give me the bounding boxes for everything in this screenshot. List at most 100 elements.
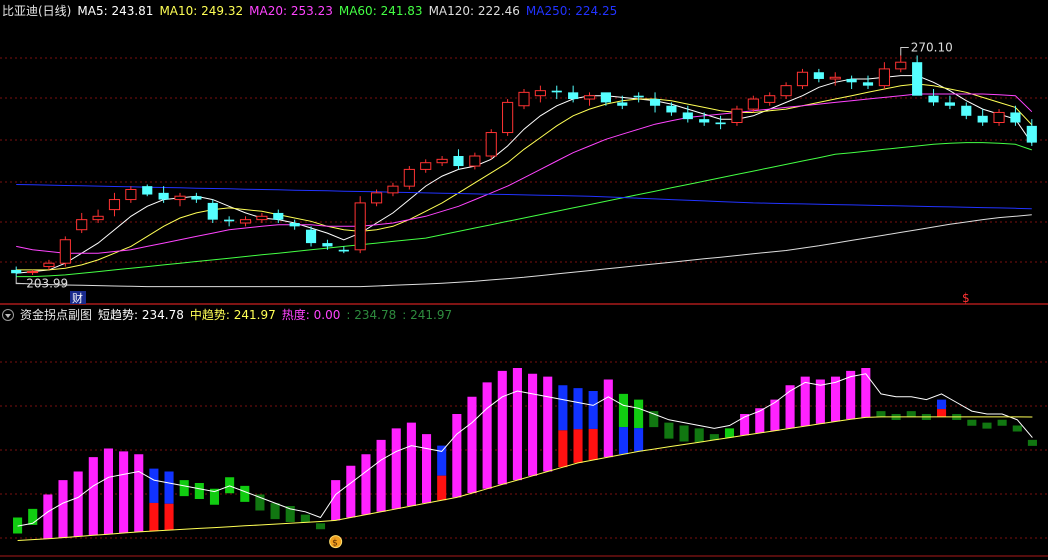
stock-chart: 270.10 203.99 财 $ $ xyxy=(0,41,1048,557)
bar-blue xyxy=(558,385,568,431)
ma10-value: 249.32 xyxy=(201,4,244,18)
bar-green xyxy=(300,514,310,523)
bar-magenta xyxy=(467,396,477,494)
bar-magenta xyxy=(88,457,98,536)
bar-magenta xyxy=(861,368,871,418)
candle-body-down xyxy=(568,92,579,100)
candle xyxy=(764,92,776,106)
bar-blue xyxy=(573,388,583,430)
candle-body-up xyxy=(747,98,759,110)
short-trend-legend: 短趋势: 234.78 xyxy=(98,308,184,322)
ma20-label: MA20: xyxy=(249,4,288,18)
extra-value-1: 234.78 xyxy=(354,308,397,322)
bar-blue xyxy=(634,428,644,452)
bar-green xyxy=(724,428,735,438)
bar-magenta xyxy=(361,454,371,515)
candle-body-up xyxy=(436,158,448,164)
bar-green xyxy=(982,422,992,429)
extra-label-1: : xyxy=(346,308,351,322)
bar-red xyxy=(149,502,159,532)
candle xyxy=(731,105,743,126)
dollar-marker: $ xyxy=(962,291,970,305)
candle xyxy=(174,192,186,207)
bar-magenta xyxy=(134,454,144,532)
candle xyxy=(485,129,497,160)
high-price-label: 270.10 xyxy=(911,41,953,55)
candle-body-up xyxy=(125,189,137,201)
sub-chart-title[interactable]: 资金拐点副图 xyxy=(20,308,92,322)
candle xyxy=(1026,119,1037,146)
bar-red xyxy=(937,409,947,417)
candle-body-up xyxy=(534,90,546,97)
heat-value: 0.00 xyxy=(313,308,341,322)
bar-green xyxy=(967,419,977,426)
bar-green xyxy=(634,399,644,429)
candle-body-down xyxy=(158,192,169,200)
candle-body-up xyxy=(26,271,39,274)
candle-body-up xyxy=(518,91,530,107)
extra-legend-1: : 234.78 xyxy=(346,308,396,322)
ma120-legend: MA120: 222.46 xyxy=(429,4,520,18)
candle-body-up xyxy=(485,132,497,157)
candle xyxy=(76,212,88,234)
main-chart-title: 比亚迪(日线) xyxy=(2,4,72,18)
bar-magenta xyxy=(528,373,538,476)
ma-line-ma20 xyxy=(16,93,1033,254)
candle xyxy=(436,156,448,167)
bar-blue xyxy=(437,445,447,476)
ma20-value: 253.23 xyxy=(290,4,333,18)
low-marker-line xyxy=(15,276,25,285)
candle xyxy=(191,192,202,203)
ma10-legend: MA10: 249.32 xyxy=(159,4,243,18)
bar-blue xyxy=(588,391,598,429)
bar-magenta xyxy=(452,414,462,498)
sub-chart-header: 资金拐点副图 短趋势: 234.78 中趋势: 241.97 热度: 0.00 … xyxy=(2,308,452,322)
bar-blue xyxy=(618,427,628,455)
candle xyxy=(649,92,661,113)
ma60-legend: MA60: 241.83 xyxy=(339,4,423,18)
candle-body-down xyxy=(338,249,349,252)
extra-legend-2: : 241.97 xyxy=(402,308,452,322)
mid-trend-value: 241.97 xyxy=(233,308,276,322)
candle xyxy=(1010,105,1021,126)
candle-body-up xyxy=(354,202,366,251)
candle-body-down xyxy=(682,112,693,120)
candle-body-up xyxy=(764,95,776,103)
candle-body-up xyxy=(895,61,907,70)
candle-body-up xyxy=(403,168,415,187)
short-trend-label: 短趋势: xyxy=(98,308,139,322)
heat-legend: 热度: 0.00 xyxy=(282,308,341,322)
bar-magenta xyxy=(543,376,553,472)
collapse-icon[interactable] xyxy=(2,309,14,321)
short-trend-value: 234.78 xyxy=(141,308,184,322)
candle xyxy=(666,102,677,116)
bar-red xyxy=(437,475,447,501)
bar-green xyxy=(240,485,250,502)
candle-body-down xyxy=(813,72,824,79)
bar-magenta xyxy=(482,382,492,489)
candle-body-down xyxy=(846,78,857,83)
candle-body-up xyxy=(174,195,186,201)
candle xyxy=(59,236,71,267)
candle xyxy=(207,199,218,223)
ma20-legend: MA20: 253.23 xyxy=(249,4,333,18)
candle xyxy=(273,209,284,223)
candle xyxy=(534,85,546,103)
bar-red xyxy=(164,503,174,531)
ma250-legend: MA250: 224.25 xyxy=(526,4,617,18)
bar-red xyxy=(588,428,598,460)
candle-body-down xyxy=(11,269,22,274)
candle-body-down xyxy=(1026,125,1037,143)
main-chart-header: 比亚迪(日线) MA5: 243.81 MA10: 249.32 MA20: 2… xyxy=(2,4,617,18)
candle xyxy=(846,75,857,89)
candle-body-down xyxy=(649,99,661,106)
bar-magenta xyxy=(103,448,113,535)
ma60-value: 241.83 xyxy=(380,4,423,18)
bar-magenta xyxy=(43,494,53,539)
candle-body-down xyxy=(322,243,333,247)
candle xyxy=(862,75,874,89)
candle xyxy=(551,85,562,100)
extra-label-2: : xyxy=(402,308,407,322)
bar-green xyxy=(906,411,916,418)
bar-blue xyxy=(937,399,947,410)
